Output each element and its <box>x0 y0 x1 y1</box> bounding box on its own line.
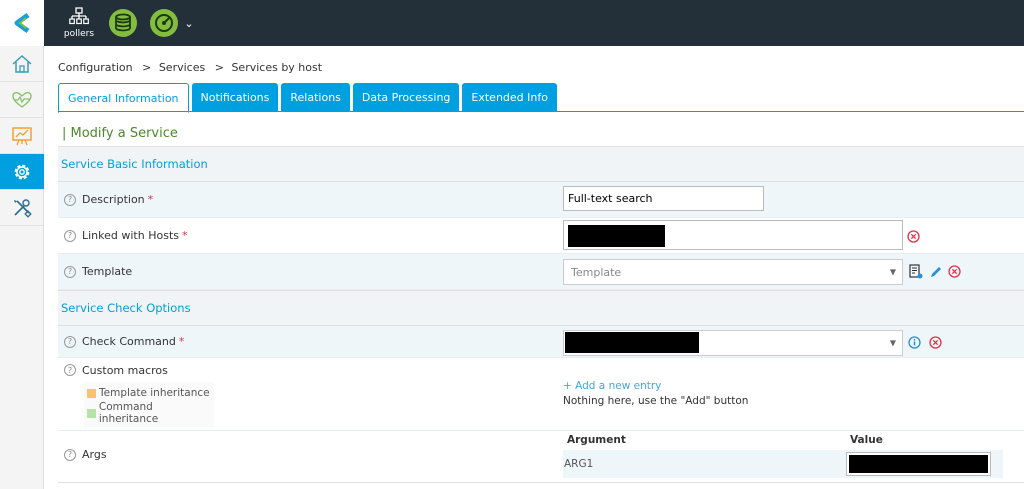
tab-data-processing[interactable]: Data Processing <box>352 83 460 112</box>
pollers-button[interactable]: pollers <box>62 0 96 46</box>
inheritance-legend: Template inheritance Command inheritance <box>84 382 214 428</box>
tab-underline <box>58 111 1024 112</box>
edit-template-button[interactable] <box>928 264 943 279</box>
section-check-options: Service Check Options <box>58 290 1024 326</box>
home-icon <box>12 54 32 73</box>
description-label: Description <box>82 193 145 206</box>
sidebar-item-monitoring[interactable] <box>0 82 44 118</box>
clear-hosts-button[interactable] <box>906 229 920 243</box>
pollers-label: pollers <box>63 29 95 39</box>
template-swatch <box>87 388 96 398</box>
check-command-label: Check Command <box>82 335 176 348</box>
chart-board-icon <box>12 126 32 145</box>
centreon-logo[interactable] <box>0 0 44 46</box>
info-icon <box>907 335 921 349</box>
breadcrumb-configuration[interactable]: Configuration <box>58 61 133 74</box>
tools-icon <box>14 198 32 218</box>
monitoring-status-button[interactable] <box>148 0 180 46</box>
sidebar-item-reporting[interactable] <box>0 118 44 154</box>
redacted-hosts <box>568 225 665 247</box>
add-new-entry-link[interactable]: + Add a new entry <box>563 380 661 392</box>
close-circle-icon <box>928 335 942 349</box>
args-label: Args <box>82 448 107 461</box>
legend-template-label: Template inheritance <box>99 387 210 399</box>
sidebar <box>0 46 44 489</box>
tab-extended-info[interactable]: Extended Info <box>462 83 557 112</box>
gauge-icon <box>150 9 178 37</box>
heartbeat-icon <box>12 91 32 108</box>
help-icon[interactable]: ? <box>64 229 76 242</box>
section-title: Service Basic Information <box>61 157 208 171</box>
close-circle-icon <box>947 264 961 278</box>
description-value: Full-text search <box>568 192 653 205</box>
breadcrumb-separator: > <box>214 61 224 74</box>
redacted-check-command <box>565 332 699 353</box>
dropdown-caret-icon: ▼ <box>889 267 896 277</box>
required-marker: * <box>178 335 185 348</box>
template-select[interactable]: Template ▼ <box>563 259 903 285</box>
top-bar: pollers ⌄ <box>0 0 1024 46</box>
legend-template: Template inheritance <box>87 387 214 399</box>
description-input[interactable]: Full-text search <box>563 186 764 211</box>
page-title: | Modify a Service <box>62 126 178 141</box>
custom-macros-label: Custom macros <box>82 363 168 377</box>
value-header: Value <box>850 434 883 446</box>
sidebar-item-home[interactable] <box>0 46 44 82</box>
required-marker: * <box>182 229 188 242</box>
tab-bar: General Information Notifications Relati… <box>58 83 560 113</box>
arg-value-input[interactable] <box>846 452 991 476</box>
sidebar-item-administration[interactable] <box>0 190 44 226</box>
command-swatch <box>87 408 96 418</box>
description-row: ? Description * <box>58 182 1024 218</box>
main-content: Configuration > Services > Services by h… <box>44 46 1024 489</box>
dropdown-caret-icon: ▼ <box>889 338 896 348</box>
help-icon[interactable]: ? <box>64 265 76 278</box>
gear-icon <box>14 164 30 179</box>
database-status-button[interactable] <box>107 0 139 46</box>
help-icon[interactable]: ? <box>64 364 76 376</box>
legend-command-label: Command inheritance <box>98 401 159 425</box>
command-info-button[interactable] <box>907 335 921 349</box>
legend-command: Command inheritance <box>87 401 214 425</box>
linked-hosts-label: Linked with Hosts <box>82 229 179 242</box>
required-marker: * <box>147 193 154 206</box>
tab-general-information[interactable]: General Information <box>58 83 189 113</box>
args-table-header: Argument Value <box>563 432 1003 452</box>
database-icon <box>109 9 137 37</box>
breadcrumb-services-by-host[interactable]: Services by host <box>231 61 322 74</box>
divider <box>58 482 1024 483</box>
template-placeholder: Template <box>571 265 622 279</box>
breadcrumb-services[interactable]: Services <box>159 61 205 74</box>
args-table-row: ARG1 <box>563 450 1003 478</box>
remove-template-button[interactable] <box>947 264 961 278</box>
template-label: Template <box>82 265 133 278</box>
chevron-down-icon[interactable]: ⌄ <box>182 0 196 46</box>
section-title: Service Check Options <box>61 301 191 315</box>
redacted-arg-value <box>849 455 988 473</box>
document-icon <box>908 264 922 279</box>
help-icon[interactable]: ? <box>64 335 76 348</box>
macros-empty-text: Nothing here, use the "Add" button <box>563 395 749 407</box>
tab-notifications[interactable]: Notifications <box>191 83 279 112</box>
clear-command-button[interactable] <box>928 335 942 349</box>
close-circle-icon <box>906 229 920 243</box>
pencil-icon <box>930 266 941 277</box>
argument-cell: ARG1 <box>564 458 594 470</box>
breadcrumb-separator: > <box>142 61 152 74</box>
breadcrumb: Configuration > Services > Services by h… <box>58 61 324 74</box>
template-details-button[interactable] <box>908 264 923 279</box>
tab-relations[interactable]: Relations <box>281 83 350 112</box>
help-icon[interactable]: ? <box>64 448 76 461</box>
help-icon[interactable]: ? <box>64 193 76 206</box>
section-basic-information: Service Basic Information <box>58 146 1024 182</box>
pollers-icon <box>69 7 89 25</box>
sidebar-item-configuration[interactable] <box>0 154 44 190</box>
argument-header: Argument <box>567 434 626 446</box>
